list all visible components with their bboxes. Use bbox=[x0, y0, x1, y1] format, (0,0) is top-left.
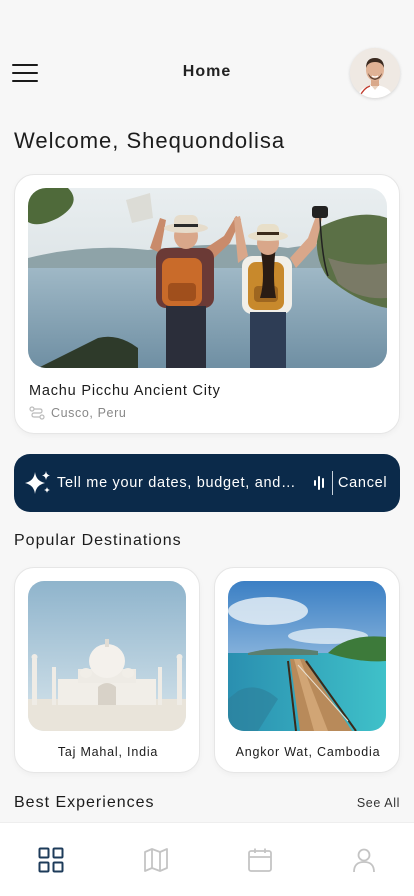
header: Home bbox=[0, 46, 414, 102]
see-all-link[interactable]: See All bbox=[357, 796, 400, 810]
destination-image bbox=[28, 581, 186, 731]
destination-label: Taj Mahal, India bbox=[57, 745, 159, 759]
welcome-heading: Welcome, Shequondolisa bbox=[14, 128, 286, 153]
best-experiences-title: Best Experiences bbox=[14, 794, 155, 811]
bottom-navigation bbox=[0, 822, 414, 896]
grid-icon[interactable] bbox=[38, 847, 64, 873]
cancel-button[interactable]: Cancel bbox=[338, 475, 387, 491]
featured-image bbox=[28, 188, 387, 368]
destination-card[interactable]: Taj Mahal, India bbox=[14, 567, 200, 773]
route-icon bbox=[29, 406, 45, 420]
map-icon[interactable] bbox=[143, 847, 169, 873]
featured-name: Machu Picchu Ancient City bbox=[29, 383, 221, 399]
avatar[interactable] bbox=[350, 48, 400, 98]
ai-trip-prompt[interactable]: Tell me your dates, budget, and… Cancel bbox=[14, 454, 400, 512]
destination-label: Angkor Wat, Cambodia bbox=[235, 745, 381, 759]
featured-destination-card[interactable]: Machu Picchu Ancient City Cusco, Peru bbox=[14, 174, 400, 434]
popular-destinations-title: Popular Destinations bbox=[14, 532, 182, 549]
user-icon[interactable] bbox=[351, 847, 377, 873]
sparkle-icon bbox=[25, 471, 50, 494]
voice-waveform-icon[interactable] bbox=[313, 475, 327, 491]
featured-location: Cusco, Peru bbox=[29, 406, 126, 420]
destination-image bbox=[228, 581, 386, 731]
destination-card[interactable]: Angkor Wat, Cambodia bbox=[214, 567, 400, 773]
divider bbox=[332, 471, 333, 495]
calendar-icon[interactable] bbox=[247, 847, 273, 873]
featured-location-text: Cusco, Peru bbox=[51, 406, 127, 420]
ai-prompt-input[interactable]: Tell me your dates, budget, and… bbox=[57, 475, 307, 491]
